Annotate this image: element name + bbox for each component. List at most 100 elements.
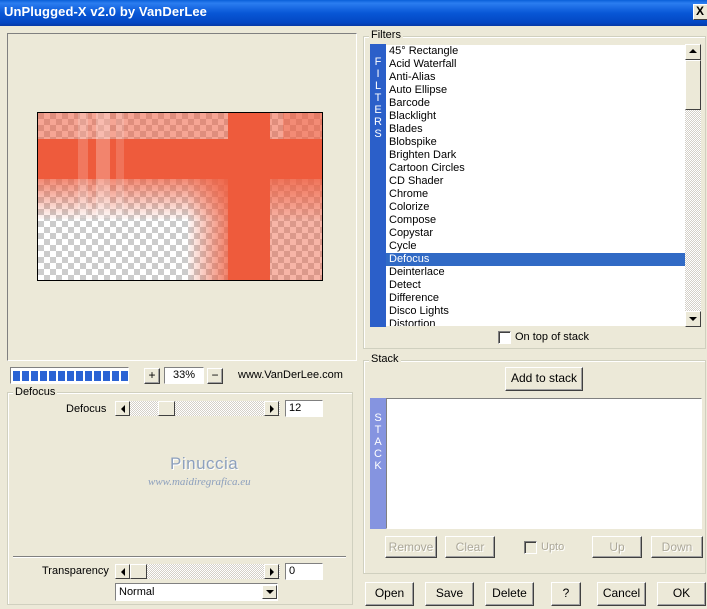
filter-list-item[interactable]: Distortion <box>386 318 685 326</box>
remove-button[interactable]: Remove <box>385 536 437 558</box>
stack-side-tab: STACK <box>370 398 386 529</box>
progress-fill <box>11 368 128 383</box>
window-title: UnPlugged-X v2.0 by VanDerLee <box>4 4 208 19</box>
filter-list-item[interactable]: Blades <box>386 123 685 136</box>
scroll-up-button[interactable] <box>685 44 701 60</box>
watermark-url: www.maidiregrafica.eu <box>148 476 251 488</box>
on-top-label: On top of stack <box>515 331 589 343</box>
delete-button[interactable]: Delete <box>485 582 534 606</box>
filter-list-item[interactable]: Detect <box>386 279 685 292</box>
filters-side-tab-letter: T <box>374 92 382 104</box>
blend-mode-dropdown-button[interactable] <box>262 585 277 599</box>
watermark-name: Pinuccia <box>170 454 239 473</box>
progress-block <box>94 371 101 381</box>
filter-list-item[interactable]: Disco Lights <box>386 305 685 318</box>
help-button[interactable]: ? <box>551 582 581 606</box>
close-icon: X <box>696 4 705 18</box>
preview-image <box>37 112 323 281</box>
filter-list-item[interactable]: 45° Rectangle <box>386 45 685 58</box>
arrow-down-icon <box>689 317 697 321</box>
filter-list-item[interactable]: Chrome <box>386 188 685 201</box>
filter-list-item[interactable]: Blobspike <box>386 136 685 149</box>
preview-image-svg <box>38 113 322 280</box>
progress-block <box>67 371 74 381</box>
defocus-slider[interactable] <box>115 401 280 416</box>
chevron-down-icon <box>265 590 274 594</box>
filter-list-item[interactable]: Cycle <box>386 240 685 253</box>
filter-list-item[interactable]: Acid Waterfall <box>386 58 685 71</box>
filters-side-tab-letter: L <box>374 80 382 92</box>
clear-button[interactable]: Clear <box>445 536 495 558</box>
blend-mode-select[interactable]: Normal <box>115 583 278 601</box>
filter-list-item[interactable]: Barcode <box>386 97 685 110</box>
defocus-slider-left-button[interactable] <box>115 401 130 416</box>
defocus-value-input[interactable]: 12 <box>285 400 323 417</box>
stack-group-label: Stack <box>369 353 401 365</box>
open-button[interactable]: Open <box>365 582 414 606</box>
filter-list-item[interactable]: Compose <box>386 214 685 227</box>
progress-bar <box>10 367 129 384</box>
filter-list-item[interactable]: Cartoon Circles <box>386 162 685 175</box>
filter-list-item[interactable]: CD Shader <box>386 175 685 188</box>
transparency-slider-right-button[interactable] <box>264 564 279 579</box>
stack-side-tab-letter: C <box>374 448 382 460</box>
filter-list[interactable]: 45° Rectangle Acid Waterfall Anti-Alias Aut… <box>386 45 685 326</box>
filter-list-item[interactable]: Deinterlace <box>386 266 685 279</box>
defocus-label: Defocus <box>66 403 107 415</box>
add-to-stack-button[interactable]: Add to stack <box>505 367 583 391</box>
zoom-in-button[interactable]: + <box>144 368 160 384</box>
upto-checkbox[interactable] <box>524 541 537 554</box>
filters-side-tab-letter: E <box>374 104 382 116</box>
cancel-button[interactable]: Cancel <box>597 582 646 606</box>
parameters-group-label: Defocus <box>13 386 58 398</box>
scroll-down-button[interactable] <box>685 311 701 327</box>
filter-list-item[interactable]: Copystar <box>386 227 685 240</box>
divider <box>13 556 346 558</box>
upto-label: Upto <box>541 541 565 553</box>
transparency-value-input[interactable]: 0 <box>285 563 323 580</box>
progress-block <box>31 371 38 381</box>
on-top-checkbox[interactable] <box>498 331 511 344</box>
progress-block <box>49 371 56 381</box>
arrow-up-icon <box>689 49 697 53</box>
filter-list-item[interactable]: Colorize <box>386 201 685 214</box>
filters-side-tab-text: FILTERS <box>370 56 386 140</box>
filter-list-item[interactable]: Blacklight <box>386 110 685 123</box>
filter-list-item[interactable]: Difference <box>386 292 685 305</box>
filters-side-tab-letter: I <box>376 68 380 80</box>
transparency-slider-left-button[interactable] <box>115 564 130 579</box>
progress-block <box>58 371 65 381</box>
stack-side-tab-letter: S <box>374 412 382 424</box>
filter-list-item[interactable]: Anti-Alias <box>386 71 685 84</box>
scroll-thumb[interactable] <box>685 60 701 110</box>
zoom-out-button[interactable]: − <box>207 368 223 384</box>
down-button[interactable]: Down <box>651 536 703 558</box>
filters-side-tab-letter: F <box>374 56 382 68</box>
arrow-left-icon <box>120 405 125 413</box>
up-button[interactable]: Up <box>592 536 642 558</box>
filter-list-item[interactable]: Brighten Dark <box>386 149 685 162</box>
ok-button[interactable]: OK <box>657 582 706 606</box>
progress-block <box>76 371 83 381</box>
filters-side-tab-letter: R <box>374 116 382 128</box>
filters-side-tab: FILTERS <box>370 44 386 327</box>
filter-list-item[interactable]: Auto Ellipse <box>386 84 685 97</box>
defocus-slider-right-button[interactable] <box>264 401 279 416</box>
website-link[interactable]: www.VanDerLee.com <box>238 369 343 381</box>
defocus-slider-thumb[interactable] <box>158 401 175 416</box>
close-button[interactable]: X <box>693 4 707 20</box>
progress-block <box>13 371 20 381</box>
progress-block <box>85 371 92 381</box>
transparency-slider-thumb[interactable] <box>130 564 147 579</box>
progress-block <box>103 371 110 381</box>
filters-group-label: Filters <box>369 29 403 41</box>
stack-list[interactable] <box>386 398 702 529</box>
filter-list-item[interactable]: Defocus <box>386 253 685 266</box>
progress-block <box>112 371 119 381</box>
progress-block <box>121 371 128 381</box>
arrow-right-icon <box>269 568 274 576</box>
transparency-label: Transparency <box>42 565 109 577</box>
stack-side-tab-letter: T <box>374 424 382 436</box>
arrow-left-icon <box>120 568 125 576</box>
save-button[interactable]: Save <box>425 582 474 606</box>
